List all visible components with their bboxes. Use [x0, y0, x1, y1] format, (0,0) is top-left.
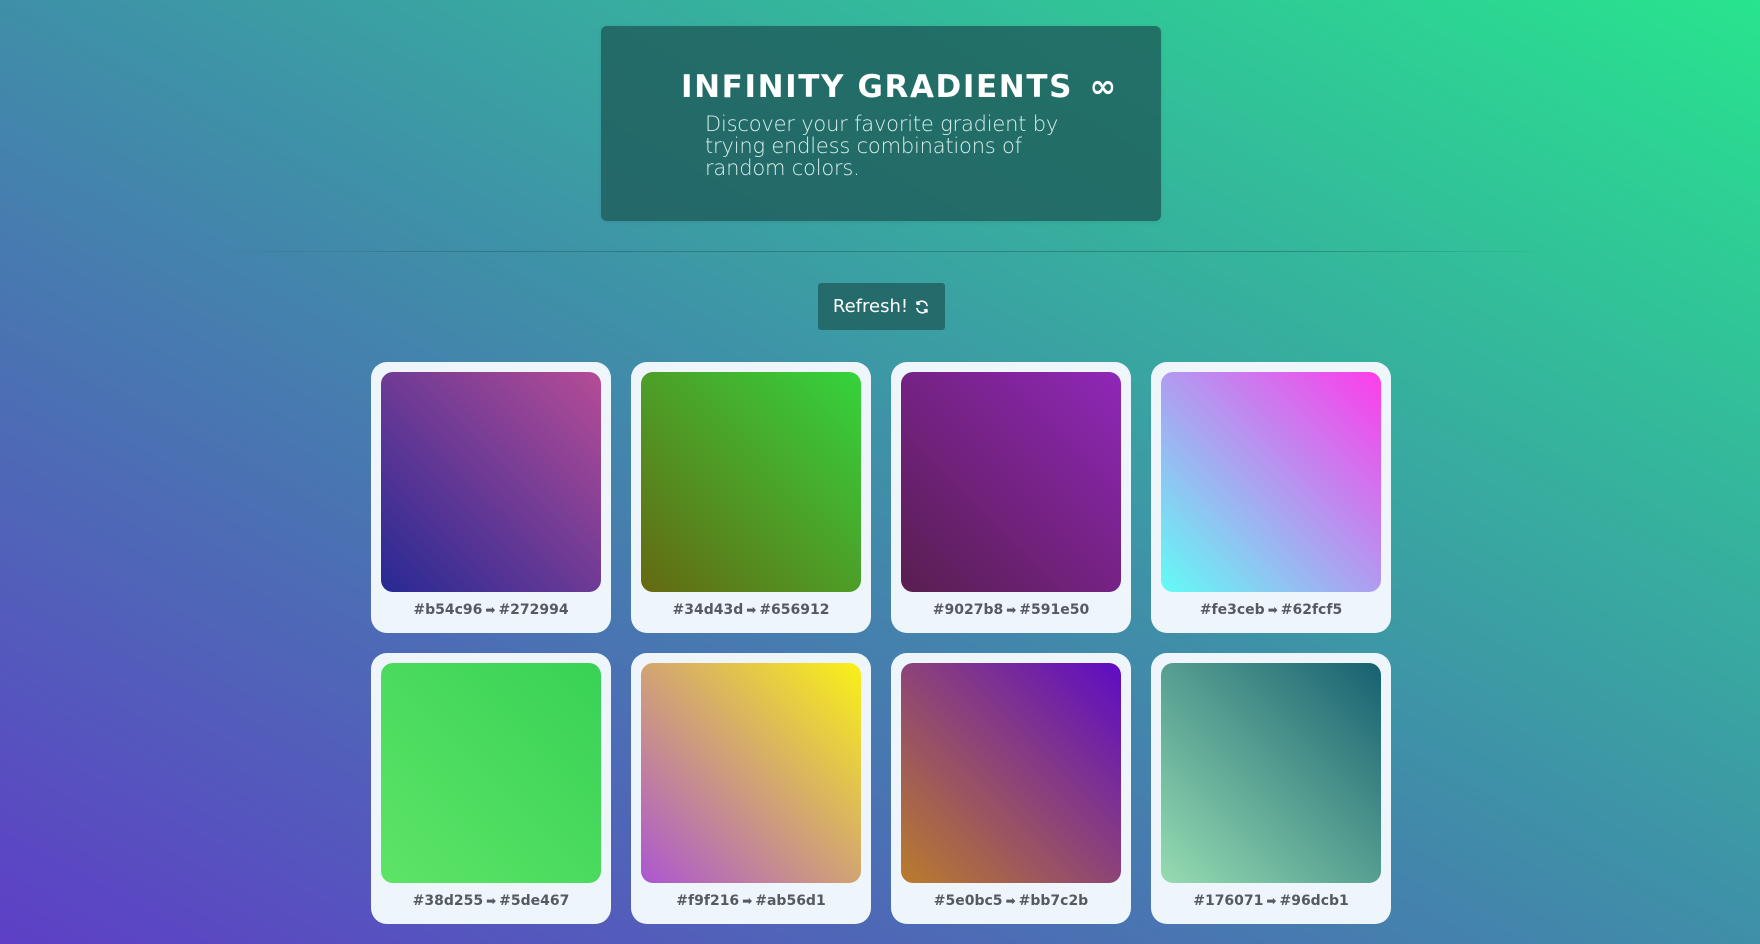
gradient-swatch: [641, 372, 861, 592]
infinity-icon: ∞: [1089, 67, 1118, 105]
gradient-to-color: #591e50: [1019, 602, 1090, 618]
gradient-from-color: #176071: [1193, 893, 1264, 909]
arrow-right-icon: ➡: [746, 603, 757, 617]
gradient-swatch: [1161, 663, 1381, 883]
gradient-label: #9027b8 ➡ #591e50: [891, 602, 1131, 618]
gradient-to-color: #5de467: [499, 893, 570, 909]
gradient-to-color: #272994: [498, 602, 569, 618]
gradient-label: #38d255 ➡ #5de467: [371, 893, 611, 909]
gradient-swatch: [641, 663, 861, 883]
gradient-to-color: #ab56d1: [755, 893, 826, 909]
gradient-card[interactable]: #9027b8 ➡ #591e50: [891, 362, 1131, 633]
gradient-to-color: #bb7c2b: [1018, 893, 1089, 909]
refresh-button-label: Refresh!: [832, 296, 909, 317]
divider: [200, 251, 1560, 252]
gradient-label: #fe3ceb ➡ #62fcf5: [1151, 602, 1391, 618]
gradient-swatch: [901, 372, 1121, 592]
gradient-swatch: [1161, 372, 1381, 592]
gradient-swatch: [381, 663, 601, 883]
gradient-card[interactable]: #34d43d ➡ #656912: [631, 362, 871, 633]
gradient-card[interactable]: #f9f216 ➡ #ab56d1: [631, 653, 871, 924]
gradient-label: #34d43d ➡ #656912: [631, 602, 871, 618]
refresh-button[interactable]: Refresh!: [818, 283, 945, 330]
gradient-to-color: #656912: [759, 602, 830, 618]
arrow-right-icon: ➡: [486, 894, 497, 908]
header-card: INFINITY GRADIENTS ∞ Discover your favor…: [601, 26, 1161, 221]
gradient-label: #5e0bc5 ➡ #bb7c2b: [891, 893, 1131, 909]
refresh-icon: [914, 299, 930, 315]
gradient-grid: #b54c96 ➡ #272994 #34d43d ➡ #656912 #9027b8 ➡…: [371, 362, 1391, 924]
gradient-label: #176071 ➡ #96dcb1: [1151, 893, 1391, 909]
gradient-to-color: #96dcb1: [1279, 893, 1349, 909]
gradient-from-color: #f9f216: [676, 893, 740, 909]
gradient-label: #f9f216 ➡ #ab56d1: [631, 893, 871, 909]
arrow-right-icon: ➡: [485, 603, 496, 617]
gradient-from-color: #5e0bc5: [933, 893, 1003, 909]
arrow-right-icon: ➡: [1005, 894, 1016, 908]
gradient-card[interactable]: #5e0bc5 ➡ #bb7c2b: [891, 653, 1131, 924]
gradient-card[interactable]: #176071 ➡ #96dcb1: [1151, 653, 1391, 924]
arrow-right-icon: ➡: [742, 894, 753, 908]
page-title: INFINITY GRADIENTS ∞: [681, 67, 1118, 105]
gradient-from-color: #fe3ceb: [1199, 602, 1265, 618]
gradient-swatch: [381, 372, 601, 592]
gradient-card[interactable]: #b54c96 ➡ #272994: [371, 362, 611, 633]
arrow-right-icon: ➡: [1006, 603, 1017, 617]
gradient-swatch: [901, 663, 1121, 883]
gradient-label: #b54c96 ➡ #272994: [371, 602, 611, 618]
arrow-right-icon: ➡: [1267, 603, 1278, 617]
gradient-from-color: #b54c96: [413, 602, 483, 618]
gradient-card[interactable]: #fe3ceb ➡ #62fcf5: [1151, 362, 1391, 633]
gradient-to-color: #62fcf5: [1280, 602, 1343, 618]
gradient-from-color: #34d43d: [672, 602, 744, 618]
gradient-card[interactable]: #38d255 ➡ #5de467: [371, 653, 611, 924]
page-title-text: INFINITY GRADIENTS: [681, 69, 1074, 105]
gradient-from-color: #38d255: [412, 893, 484, 909]
arrow-right-icon: ➡: [1266, 894, 1277, 908]
gradient-from-color: #9027b8: [932, 602, 1004, 618]
page-subtitle: Discover your favorite gradient by tryin…: [705, 112, 1059, 180]
